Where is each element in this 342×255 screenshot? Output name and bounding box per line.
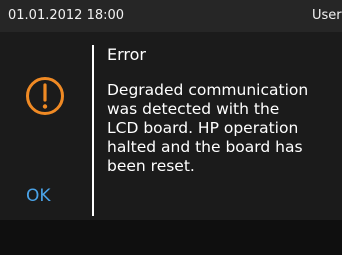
message-line: LCD board. HP operation <box>107 119 299 137</box>
bottom-bar <box>0 220 342 255</box>
dialog-message: Degraded communication was detected with… <box>107 81 337 176</box>
message-line: was detected with the <box>107 100 280 118</box>
ok-button[interactable]: OK <box>26 182 66 210</box>
error-dialog: Error Degraded communication was detecte… <box>0 32 342 220</box>
dialog-title: Error <box>107 45 146 64</box>
dialog-divider <box>92 45 94 216</box>
message-line: Degraded communication <box>107 81 309 99</box>
user-label: User A <box>312 8 342 23</box>
datetime-label: 01.01.2012 18:00 <box>8 8 125 23</box>
device-screen: 01.01.2012 18:00 User A Error Degraded c… <box>0 0 342 255</box>
exclamation-circle-icon <box>26 77 64 115</box>
message-line: been reset. <box>107 157 195 175</box>
message-line: halted and the board has <box>107 138 303 156</box>
status-bar: 01.01.2012 18:00 User A <box>0 0 342 32</box>
